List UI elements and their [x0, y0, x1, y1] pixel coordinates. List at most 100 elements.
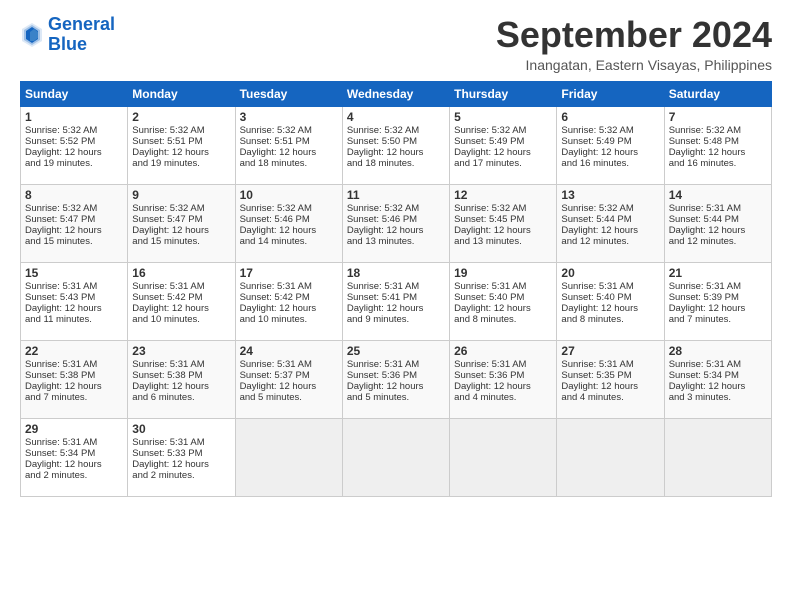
col-wednesday: Wednesday [342, 81, 449, 106]
table-row: 2Sunrise: 5:32 AMSunset: 5:51 PMDaylight… [128, 106, 235, 184]
sunset-text: Sunset: 5:37 PM [240, 370, 338, 381]
daylight-minutes: and 13 minutes. [454, 236, 552, 247]
table-row: 8Sunrise: 5:32 AMSunset: 5:47 PMDaylight… [21, 184, 128, 262]
sunset-text: Sunset: 5:43 PM [25, 292, 123, 303]
sunset-text: Sunset: 5:48 PM [669, 136, 767, 147]
daylight-minutes: and 10 minutes. [240, 314, 338, 325]
daylight-minutes: and 19 minutes. [132, 158, 230, 169]
day-number: 27 [561, 344, 659, 358]
sunrise-text: Sunrise: 5:32 AM [347, 203, 445, 214]
table-row: 16Sunrise: 5:31 AMSunset: 5:42 PMDayligh… [128, 262, 235, 340]
table-row: 19Sunrise: 5:31 AMSunset: 5:40 PMDayligh… [450, 262, 557, 340]
daylight-label: Daylight: 12 hours [347, 147, 445, 158]
day-number: 10 [240, 188, 338, 202]
calendar-header-row: Sunday Monday Tuesday Wednesday Thursday… [21, 81, 772, 106]
daylight-label: Daylight: 12 hours [347, 381, 445, 392]
day-number: 19 [454, 266, 552, 280]
sunrise-text: Sunrise: 5:32 AM [347, 125, 445, 136]
daylight-label: Daylight: 12 hours [132, 459, 230, 470]
day-number: 18 [347, 266, 445, 280]
sunset-text: Sunset: 5:42 PM [240, 292, 338, 303]
sunset-text: Sunset: 5:44 PM [561, 214, 659, 225]
sunrise-text: Sunrise: 5:31 AM [240, 281, 338, 292]
table-row: 29Sunrise: 5:31 AMSunset: 5:34 PMDayligh… [21, 418, 128, 496]
sunset-text: Sunset: 5:51 PM [240, 136, 338, 147]
day-number: 13 [561, 188, 659, 202]
table-row: 13Sunrise: 5:32 AMSunset: 5:44 PMDayligh… [557, 184, 664, 262]
calendar-week-row: 29Sunrise: 5:31 AMSunset: 5:34 PM Dayligh… [21, 418, 772, 496]
sunrise-text: Sunrise: 5:31 AM [347, 359, 445, 370]
sunrise-text: Sunrise: 5:32 AM [454, 125, 552, 136]
table-row: 30Sunrise: 5:31 AMSunset: 5:33 PMDayligh… [128, 418, 235, 496]
day-number: 16 [132, 266, 230, 280]
sunset-text: Sunset: 5:47 PM [132, 214, 230, 225]
table-row: 4Sunrise: 5:32 AMSunset: 5:50 PMDaylight… [342, 106, 449, 184]
calendar-week-row: 8Sunrise: 5:32 AMSunset: 5:47 PMDaylight… [21, 184, 772, 262]
sunset-text: Sunset: 5:49 PM [561, 136, 659, 147]
table-row: 14Sunrise: 5:31 AMSunset: 5:44 PMDayligh… [664, 184, 771, 262]
page-container: General Blue September 2024 Inangatan, E… [0, 0, 792, 507]
daylight-label: Daylight: 12 hours [132, 147, 230, 158]
sunset-text: Sunset: 5:44 PM [669, 214, 767, 225]
calendar-week-row: 22Sunrise: 5:31 AMSunset: 5:38 PMDayligh… [21, 340, 772, 418]
table-row: 22Sunrise: 5:31 AMSunset: 5:38 PMDayligh… [21, 340, 128, 418]
daylight-label: Daylight: 12 hours [454, 303, 552, 314]
title-section: September 2024 Inangatan, Eastern Visaya… [496, 15, 772, 73]
sunset-text: Sunset: 5:46 PM [347, 214, 445, 225]
day-number: 6 [561, 110, 659, 124]
table-row [450, 418, 557, 496]
daylight-label: Daylight: 12 hours [25, 381, 123, 392]
daylight-minutes: and 12 minutes. [561, 236, 659, 247]
sunset-text: Sunset: 5:40 PM [454, 292, 552, 303]
sunrise-text: Sunrise: 5:32 AM [561, 125, 659, 136]
day-number: 21 [669, 266, 767, 280]
daylight-label: Daylight: 12 hours [454, 225, 552, 236]
sunrise-text: Sunrise: 5:31 AM [25, 437, 123, 448]
col-tuesday: Tuesday [235, 81, 342, 106]
location-subtitle: Inangatan, Eastern Visayas, Philippines [496, 57, 772, 73]
daylight-minutes: and 16 minutes. [561, 158, 659, 169]
sunrise-text: Sunrise: 5:32 AM [132, 203, 230, 214]
daylight-label: Daylight: 12 hours [454, 381, 552, 392]
sunset-text: Sunset: 5:34 PM [25, 448, 123, 459]
sunrise-text: Sunrise: 5:31 AM [454, 359, 552, 370]
daylight-minutes: and 18 minutes. [240, 158, 338, 169]
table-row: 18Sunrise: 5:31 AMSunset: 5:41 PMDayligh… [342, 262, 449, 340]
calendar-week-row: 15Sunrise: 5:31 AMSunset: 5:43 PMDayligh… [21, 262, 772, 340]
table-row: 11Sunrise: 5:32 AMSunset: 5:46 PMDayligh… [342, 184, 449, 262]
daylight-label: Daylight: 12 hours [669, 147, 767, 158]
day-number: 5 [454, 110, 552, 124]
daylight-label: Daylight: 12 hours [669, 381, 767, 392]
daylight-minutes: and 2 minutes. [132, 470, 230, 481]
table-row: 12Sunrise: 5:32 AMSunset: 5:45 PMDayligh… [450, 184, 557, 262]
daylight-minutes: and 15 minutes. [25, 236, 123, 247]
sunrise-text: Sunrise: 5:31 AM [347, 281, 445, 292]
sunset-text: Sunset: 5:41 PM [347, 292, 445, 303]
day-number: 7 [669, 110, 767, 124]
daylight-minutes: and 3 minutes. [669, 392, 767, 403]
calendar-week-row: 1Sunrise: 5:32 AMSunset: 5:52 PMDaylight… [21, 106, 772, 184]
day-number: 14 [669, 188, 767, 202]
daylight-minutes: and 7 minutes. [669, 314, 767, 325]
daylight-label: Daylight: 12 hours [669, 303, 767, 314]
sunrise-text: Sunrise: 5:32 AM [132, 125, 230, 136]
daylight-minutes: and 2 minutes. [25, 470, 123, 481]
day-number: 26 [454, 344, 552, 358]
sunrise-text: Sunrise: 5:31 AM [132, 281, 230, 292]
sunrise-text: Sunrise: 5:31 AM [669, 203, 767, 214]
daylight-label: Daylight: 12 hours [25, 303, 123, 314]
daylight-minutes: and 16 minutes. [669, 158, 767, 169]
day-number: 1 [25, 110, 123, 124]
sunrise-text: Sunrise: 5:31 AM [669, 359, 767, 370]
table-row: 6Sunrise: 5:32 AMSunset: 5:49 PMDaylight… [557, 106, 664, 184]
sunset-text: Sunset: 5:34 PM [669, 370, 767, 381]
sunrise-text: Sunrise: 5:32 AM [240, 125, 338, 136]
day-number: 29 [25, 422, 123, 436]
sunset-text: Sunset: 5:33 PM [132, 448, 230, 459]
sunset-text: Sunset: 5:39 PM [669, 292, 767, 303]
daylight-label: Daylight: 12 hours [240, 147, 338, 158]
daylight-label: Daylight: 12 hours [669, 225, 767, 236]
day-number: 15 [25, 266, 123, 280]
daylight-label: Daylight: 12 hours [347, 303, 445, 314]
daylight-minutes: and 4 minutes. [454, 392, 552, 403]
